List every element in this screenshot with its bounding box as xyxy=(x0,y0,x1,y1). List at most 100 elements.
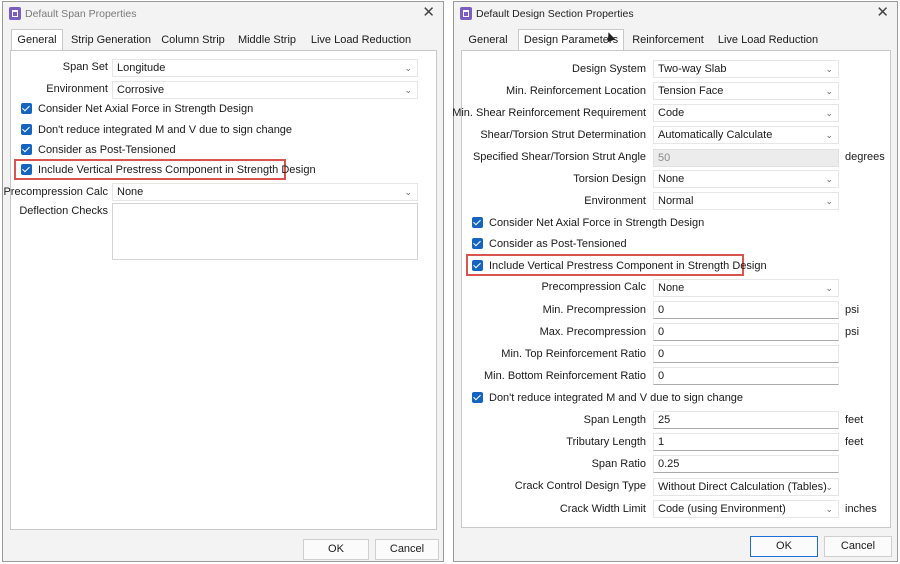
app-icon xyxy=(9,7,21,20)
chevron-down-icon: ⌄ xyxy=(825,174,833,184)
span-set-select[interactable]: Longitude ⌄ xyxy=(112,59,418,77)
tab-strip-generation[interactable]: Strip Generation xyxy=(67,30,155,50)
crack-control-type-select[interactable]: Without Direct Calculation (Tables) ⌄ xyxy=(653,478,839,496)
crack-width-limit-label: Crack Width Limit xyxy=(559,503,646,515)
max-precompression-field[interactable]: 0 xyxy=(653,323,839,341)
chevron-down-icon: ⌄ xyxy=(825,482,833,492)
checkbox-label: Consider Net Axial Force in Strength Des… xyxy=(489,217,705,229)
tributary-length-unit: feet xyxy=(845,436,864,448)
checkbox-label: Consider Net Axial Force in Strength Des… xyxy=(38,103,254,115)
app-icon xyxy=(460,7,472,20)
tab-live-load-reduction[interactable]: Live Load Reduction xyxy=(716,30,820,50)
precompression-value: None xyxy=(117,186,144,198)
span-set-value: Longitude xyxy=(117,62,166,74)
environment-label: Environment xyxy=(46,83,108,95)
checkbox-checked-icon xyxy=(21,164,32,175)
chevron-down-icon: ⌄ xyxy=(404,85,412,95)
crack-width-limit-unit: inches xyxy=(845,503,877,515)
deflection-label: Deflection Checks xyxy=(19,205,108,217)
environment-value: Corrosive xyxy=(117,84,165,96)
chevron-down-icon: ⌄ xyxy=(404,187,412,197)
design-system-select[interactable]: Two-way Slab ⌄ xyxy=(653,60,839,78)
crack-control-type-value: Without Direct Calculation (Tables) xyxy=(658,481,827,493)
checkbox-label: Don't reduce integrated M and V due to s… xyxy=(489,392,744,404)
title-bar: Default Span Properties ✕ xyxy=(3,2,443,26)
cancel-button[interactable]: Cancel xyxy=(375,539,439,560)
min-bottom-ratio-label: Min. Bottom Reinforcement Ratio xyxy=(483,370,646,382)
post-tensioned-checkbox[interactable]: Consider as Post-Tensioned xyxy=(21,143,176,159)
environment-select[interactable]: Corrosive ⌄ xyxy=(112,81,418,99)
checkbox-label: Include Vertical Prestress Component in … xyxy=(38,164,316,176)
span-set-label: Span Set xyxy=(62,61,108,73)
chevron-down-icon: ⌄ xyxy=(825,108,833,118)
span-length-unit: feet xyxy=(845,414,864,426)
design-section-properties-dialog: Default Design Section Properties ✕ Gene… xyxy=(452,1,898,562)
span-ratio-label: Span Ratio xyxy=(591,458,646,470)
min-top-ratio-label: Min. Top Reinforcement Ratio xyxy=(501,348,646,360)
checkbox-checked-icon xyxy=(472,260,483,271)
min-bottom-ratio-field[interactable]: 0 xyxy=(653,367,839,385)
vertical-prestress-checkbox[interactable]: Include Vertical Prestress Component in … xyxy=(21,163,316,179)
checkbox-label: Consider as Post-Tensioned xyxy=(489,238,627,250)
dialog-title: Default Span Properties xyxy=(25,8,137,20)
min-precompression-label: Min. Precompression xyxy=(542,304,646,316)
close-icon[interactable]: ✕ xyxy=(876,5,889,21)
min-shear-req-label: Min. Shear Reinforcement Requirement xyxy=(452,107,646,119)
environment-select[interactable]: Normal ⌄ xyxy=(653,192,839,210)
crack-width-limit-select[interactable]: Code (using Environment) ⌄ xyxy=(653,500,839,518)
max-precompression-unit: psi xyxy=(845,326,860,338)
precompression-label: Precompression Calc xyxy=(541,281,646,293)
net-axial-checkbox[interactable]: Consider Net Axial Force in Strength Des… xyxy=(21,102,253,118)
precompression-select[interactable]: None ⌄ xyxy=(653,279,839,297)
checkbox-checked-icon xyxy=(21,124,32,135)
chevron-down-icon: ⌄ xyxy=(825,283,833,293)
strut-determination-select[interactable]: Automatically Calculate ⌄ xyxy=(653,126,839,144)
deflection-checks-box[interactable] xyxy=(112,203,418,260)
torsion-design-value: None xyxy=(658,173,685,185)
close-icon[interactable]: ✕ xyxy=(422,5,435,21)
net-axial-checkbox[interactable]: Consider Net Axial Force in Strength Des… xyxy=(472,216,704,232)
min-precompression-field[interactable]: 0 xyxy=(653,301,839,319)
tributary-length-field[interactable]: 1 xyxy=(653,433,839,451)
span-ratio-field[interactable]: 0.25 xyxy=(653,455,839,473)
tab-reinforcement[interactable]: Reinforcement xyxy=(628,30,708,50)
precompression-label: Precompression Calc xyxy=(3,186,108,198)
design-system-value: Two-way Slab xyxy=(658,63,727,75)
min-reinf-location-label: Min. Reinforcement Location xyxy=(505,85,646,97)
title-bar: Default Design Section Properties ✕ xyxy=(454,2,897,26)
span-length-field[interactable]: 25 xyxy=(653,411,839,429)
tab-general[interactable]: General xyxy=(11,29,63,52)
max-precompression-label: Max. Precompression xyxy=(539,326,646,338)
ok-button[interactable]: OK xyxy=(750,536,818,557)
tab-column-strip[interactable]: Column Strip xyxy=(159,30,227,50)
chevron-down-icon: ⌄ xyxy=(825,196,833,206)
torsion-design-select[interactable]: None ⌄ xyxy=(653,170,839,188)
dont-reduce-checkbox[interactable]: Don't reduce integrated M and V due to s… xyxy=(21,123,292,139)
precompression-select[interactable]: None ⌄ xyxy=(112,183,418,201)
min-precompression-unit: psi xyxy=(845,304,860,316)
vertical-prestress-checkbox[interactable]: Include Vertical Prestress Component in … xyxy=(472,259,767,275)
checkbox-label: Don't reduce integrated M and V due to s… xyxy=(38,124,293,136)
torsion-design-label: Torsion Design xyxy=(573,173,646,185)
cancel-button[interactable]: Cancel xyxy=(824,536,892,557)
tab-middle-strip[interactable]: Middle Strip xyxy=(235,30,299,50)
span-length-label: Span Length xyxy=(583,414,646,426)
min-shear-req-select[interactable]: Code ⌄ xyxy=(653,104,839,122)
strut-angle-unit: degrees xyxy=(845,151,885,163)
min-reinf-location-select[interactable]: Tension Face ⌄ xyxy=(653,82,839,100)
design-system-label: Design System xyxy=(572,63,646,75)
strut-determination-label: Shear/Torsion Strut Determination xyxy=(480,129,646,141)
crack-width-limit-value: Code (using Environment) xyxy=(658,503,786,515)
dialog-title: Default Design Section Properties xyxy=(476,8,634,20)
tab-general[interactable]: General xyxy=(464,30,512,50)
min-shear-req-value: Code xyxy=(658,107,685,119)
tab-live-load-reduction[interactable]: Live Load Reduction xyxy=(309,30,413,50)
span-properties-dialog: Default Span Properties ✕ General Strip … xyxy=(2,1,444,562)
strut-angle-field: 50 xyxy=(653,149,839,167)
checkbox-checked-icon xyxy=(21,144,32,155)
min-top-ratio-field[interactable]: 0 xyxy=(653,345,839,363)
post-tensioned-checkbox[interactable]: Consider as Post-Tensioned xyxy=(472,237,627,253)
dont-reduce-checkbox[interactable]: Don't reduce integrated M and V due to s… xyxy=(472,391,743,407)
ok-button[interactable]: OK xyxy=(303,539,369,560)
precompression-value: None xyxy=(658,282,685,294)
